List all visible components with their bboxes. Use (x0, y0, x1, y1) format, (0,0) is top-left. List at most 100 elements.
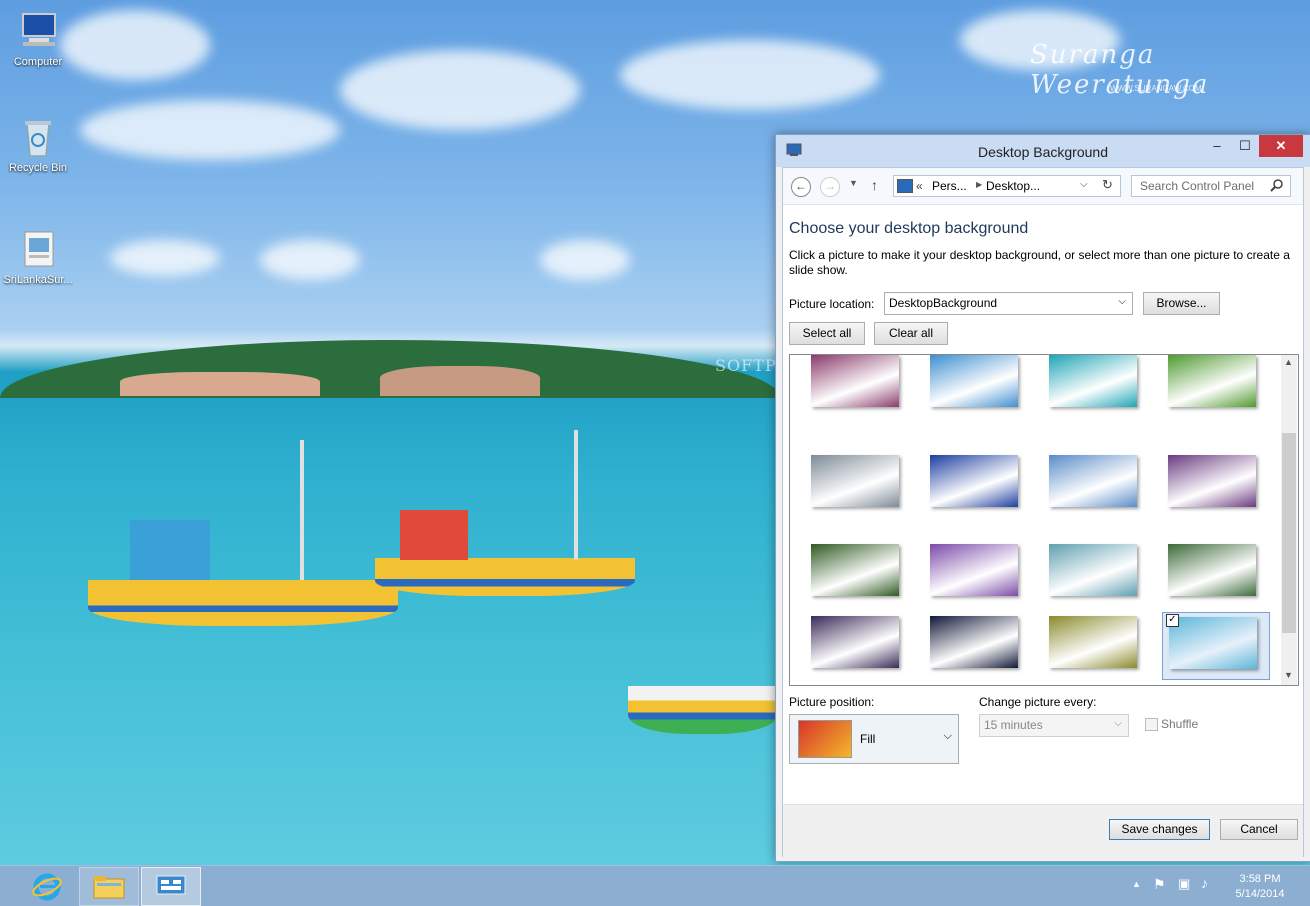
navigation-bar: ← → ▼ ↑ « Pers... ▶ Desktop... ⌵ ↻ Searc… (783, 168, 1303, 205)
thumbnail-image (811, 455, 899, 507)
gallery-thumbnail[interactable] (805, 540, 911, 606)
thumbnail-image (930, 455, 1018, 507)
green-boat (628, 686, 778, 734)
gallery-thumbnail[interactable] (1043, 612, 1149, 678)
gallery-thumbnail[interactable] (924, 612, 1030, 678)
clock-date: 5/14/2014 (1235, 888, 1285, 900)
forward-button[interactable]: → (820, 177, 840, 197)
gallery-thumbnail[interactable] (805, 612, 911, 678)
desktop-icon-label: Computer (13, 56, 63, 68)
thumbnail-image (1049, 544, 1137, 596)
action-center-flag-icon[interactable]: ⚑ (1153, 876, 1166, 893)
taskbar-file-explorer[interactable] (79, 867, 139, 906)
system-clock[interactable]: 3:58 PM 5/14/2014 (1230, 872, 1290, 902)
breadcrumb-chevron-icon: ▶ (976, 180, 983, 189)
search-input[interactable]: Search Control Panel (1131, 175, 1291, 197)
show-hidden-icons-chevron-icon[interactable]: ▲ (1132, 879, 1141, 889)
select-all-button[interactable]: Select all (789, 322, 865, 345)
search-placeholder: Search Control Panel (1140, 179, 1255, 193)
chevron-down-icon: ⌵ (1118, 296, 1126, 307)
thumbnail-image (1049, 616, 1137, 668)
gallery-thumbnail[interactable] (1162, 355, 1268, 417)
change-picture-value: 15 minutes (984, 718, 1043, 732)
breadcrumb-desktop-background[interactable]: Desktop... (986, 179, 1040, 193)
recent-locations-chevron-icon[interactable]: ▼ (849, 178, 858, 188)
scroll-down-icon[interactable]: ▼ (1284, 670, 1293, 680)
desktop-icon-theme-file[interactable]: SriLankaSur... (0, 228, 76, 286)
desktop-icon-recycle-bin[interactable]: Recycle Bin (0, 116, 76, 174)
thumbnail-image (930, 544, 1018, 596)
page-title: Choose your desktop background (789, 220, 1029, 237)
gallery-thumbnail[interactable] (1162, 451, 1268, 517)
thumbnail-image (930, 355, 1018, 407)
gallery-thumbnail[interactable] (924, 451, 1030, 517)
gallery-thumbnail[interactable] (1043, 451, 1149, 517)
picture-position-select[interactable]: Fill ⌵ (789, 714, 959, 764)
yellow-boat-2 (375, 558, 635, 596)
minimize-button[interactable]: – (1204, 135, 1230, 157)
scroll-up-icon[interactable]: ▲ (1284, 357, 1293, 367)
thumbnail-image (1168, 355, 1256, 407)
thumbnail-image (811, 616, 899, 668)
change-picture-select[interactable]: 15 minutes ⌵ (979, 714, 1129, 737)
desktop-icon-label: Recycle Bin (8, 162, 68, 174)
volume-icon[interactable]: ♪ (1201, 875, 1208, 891)
thumbnail-image (1169, 617, 1257, 669)
thumbnail-checkbox[interactable]: ✓ (1166, 614, 1179, 627)
gallery-thumbnail[interactable] (924, 355, 1030, 417)
gallery-thumbnail[interactable] (805, 355, 911, 417)
taskbar-internet-explorer[interactable] (18, 867, 78, 906)
address-bar[interactable]: « Pers... ▶ Desktop... ⌵ ↻ (893, 175, 1121, 197)
thumbnail-image (1168, 544, 1256, 596)
thumbnail-image (930, 616, 1018, 668)
refresh-button[interactable]: ↻ (1102, 177, 1113, 193)
picture-location-label: Picture location: (789, 297, 875, 311)
taskbar: ▲ ⚑ ▣ ♪ 3:58 PM 5/14/2014 (0, 865, 1310, 906)
thumbnail-image (811, 355, 899, 407)
picture-gallery: ✓ ▲ ▼ (789, 354, 1299, 686)
save-changes-button[interactable]: Save changes (1109, 819, 1210, 840)
desktop-background-window: Desktop Background – ☐ ✕ ← → ▼ ↑ « Pers.… (775, 134, 1310, 862)
gallery-thumbnail[interactable] (1043, 540, 1149, 606)
gallery-scroll-thumb[interactable] (1282, 433, 1296, 633)
dialog-footer: Save changes Cancel (783, 804, 1303, 857)
cancel-button[interactable]: Cancel (1220, 819, 1298, 840)
breadcrumb-personalization[interactable]: Pers... (932, 179, 967, 193)
thumbnail-image (1168, 455, 1256, 507)
folder-icon (93, 875, 125, 899)
breadcrumb-overflow[interactable]: « (916, 179, 923, 193)
back-button[interactable]: ← (791, 177, 811, 197)
recycle-bin-icon (17, 116, 59, 158)
internet-explorer-icon (31, 872, 63, 902)
fill-preview-icon (798, 720, 852, 758)
close-button[interactable]: ✕ (1259, 135, 1303, 157)
clear-all-button[interactable]: Clear all (874, 322, 948, 345)
picture-location-select[interactable]: DesktopBackground ⌵ (884, 292, 1133, 315)
picture-location-value: DesktopBackground (889, 296, 998, 310)
network-icon[interactable]: ▣ (1178, 876, 1190, 892)
gallery-thumbnail[interactable] (1162, 540, 1268, 606)
search-icon[interactable] (1270, 178, 1284, 192)
thumbnail-image (1049, 455, 1137, 507)
chevron-down-icon: ⌵ (943, 730, 952, 742)
taskbar-control-panel[interactable] (141, 867, 201, 906)
thumbnail-image (1049, 355, 1137, 407)
title-bar[interactable]: Desktop Background – ☐ ✕ (776, 135, 1310, 167)
control-panel-icon (155, 875, 187, 899)
up-button[interactable]: ↑ (871, 177, 878, 193)
control-panel-icon (897, 179, 913, 193)
gallery-thumbnail[interactable] (1043, 355, 1149, 417)
shuffle-checkbox[interactable] (1145, 718, 1158, 731)
browse-button[interactable]: Browse... (1143, 292, 1220, 315)
gallery-thumbnail[interactable]: ✓ (1162, 612, 1270, 680)
picture-position-value: Fill (860, 732, 876, 746)
clock-time: 3:58 PM (1239, 873, 1281, 885)
maximize-button[interactable]: ☐ (1232, 135, 1258, 157)
chevron-down-icon: ⌵ (1114, 718, 1122, 729)
window-content: ← → ▼ ↑ « Pers... ▶ Desktop... ⌵ ↻ Searc… (782, 167, 1304, 857)
gallery-thumbnail[interactable] (805, 451, 911, 517)
address-dropdown-chevron-icon[interactable]: ⌵ (1080, 179, 1088, 190)
thumbnail-image (811, 544, 899, 596)
gallery-thumbnail[interactable] (924, 540, 1030, 606)
desktop-icon-computer[interactable]: Computer (0, 10, 76, 68)
